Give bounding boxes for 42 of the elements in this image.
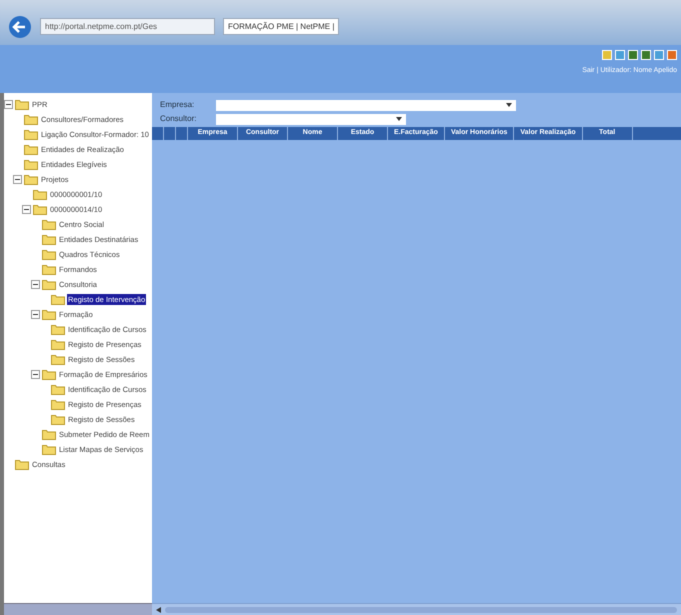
folder-icon [24, 159, 38, 170]
folder-icon [33, 189, 47, 200]
browser-tab[interactable]: FORMAÇÃO PME | NetPME | [223, 18, 340, 35]
folder-icon [51, 384, 65, 395]
folder-icon [51, 354, 65, 365]
collapse-toggle-icon[interactable] [4, 100, 13, 109]
folder-icon [42, 279, 56, 290]
folder-icon [24, 129, 38, 140]
collapse-toggle-icon[interactable] [31, 370, 40, 379]
folder-icon [42, 219, 56, 230]
filter-label: Empresa: [160, 99, 196, 111]
folder-icon [51, 414, 65, 425]
dropdown-arrow-icon [396, 117, 402, 121]
collapse-toggle-icon[interactable] [22, 205, 31, 214]
folder-icon [51, 339, 65, 350]
horizontal-scrollbar[interactable] [4, 603, 152, 615]
collapse-toggle-icon[interactable] [31, 280, 40, 289]
filter-label: Consultor: [160, 113, 198, 125]
folder-icon [24, 144, 38, 155]
folder-icon [51, 294, 65, 305]
dropdown-field[interactable] [216, 114, 406, 124]
folder-icon [15, 459, 29, 470]
scroll-left-icon[interactable] [156, 606, 161, 612]
folder-icon [51, 324, 65, 335]
folder-icon [42, 429, 56, 440]
dropdown-field[interactable] [216, 100, 516, 110]
address-bar[interactable]: http://portal.netpme.com.pt/Ges [40, 18, 215, 35]
folder-icon [42, 369, 56, 380]
folder-icon [42, 444, 56, 455]
horizontal-scrollbar[interactable] [152, 603, 681, 615]
folder-icon [33, 204, 47, 215]
folder-icon [24, 114, 38, 125]
folder-icon [15, 99, 29, 110]
folder-icon [42, 249, 56, 260]
folder-icon [42, 309, 56, 320]
folder-icon [51, 399, 65, 410]
collapse-toggle-icon[interactable] [31, 310, 40, 319]
folder-icon [24, 174, 38, 185]
folder-icon [42, 264, 56, 275]
folder-icon [42, 234, 56, 245]
dropdown-arrow-icon [506, 103, 512, 107]
collapse-toggle-icon[interactable] [13, 175, 22, 184]
